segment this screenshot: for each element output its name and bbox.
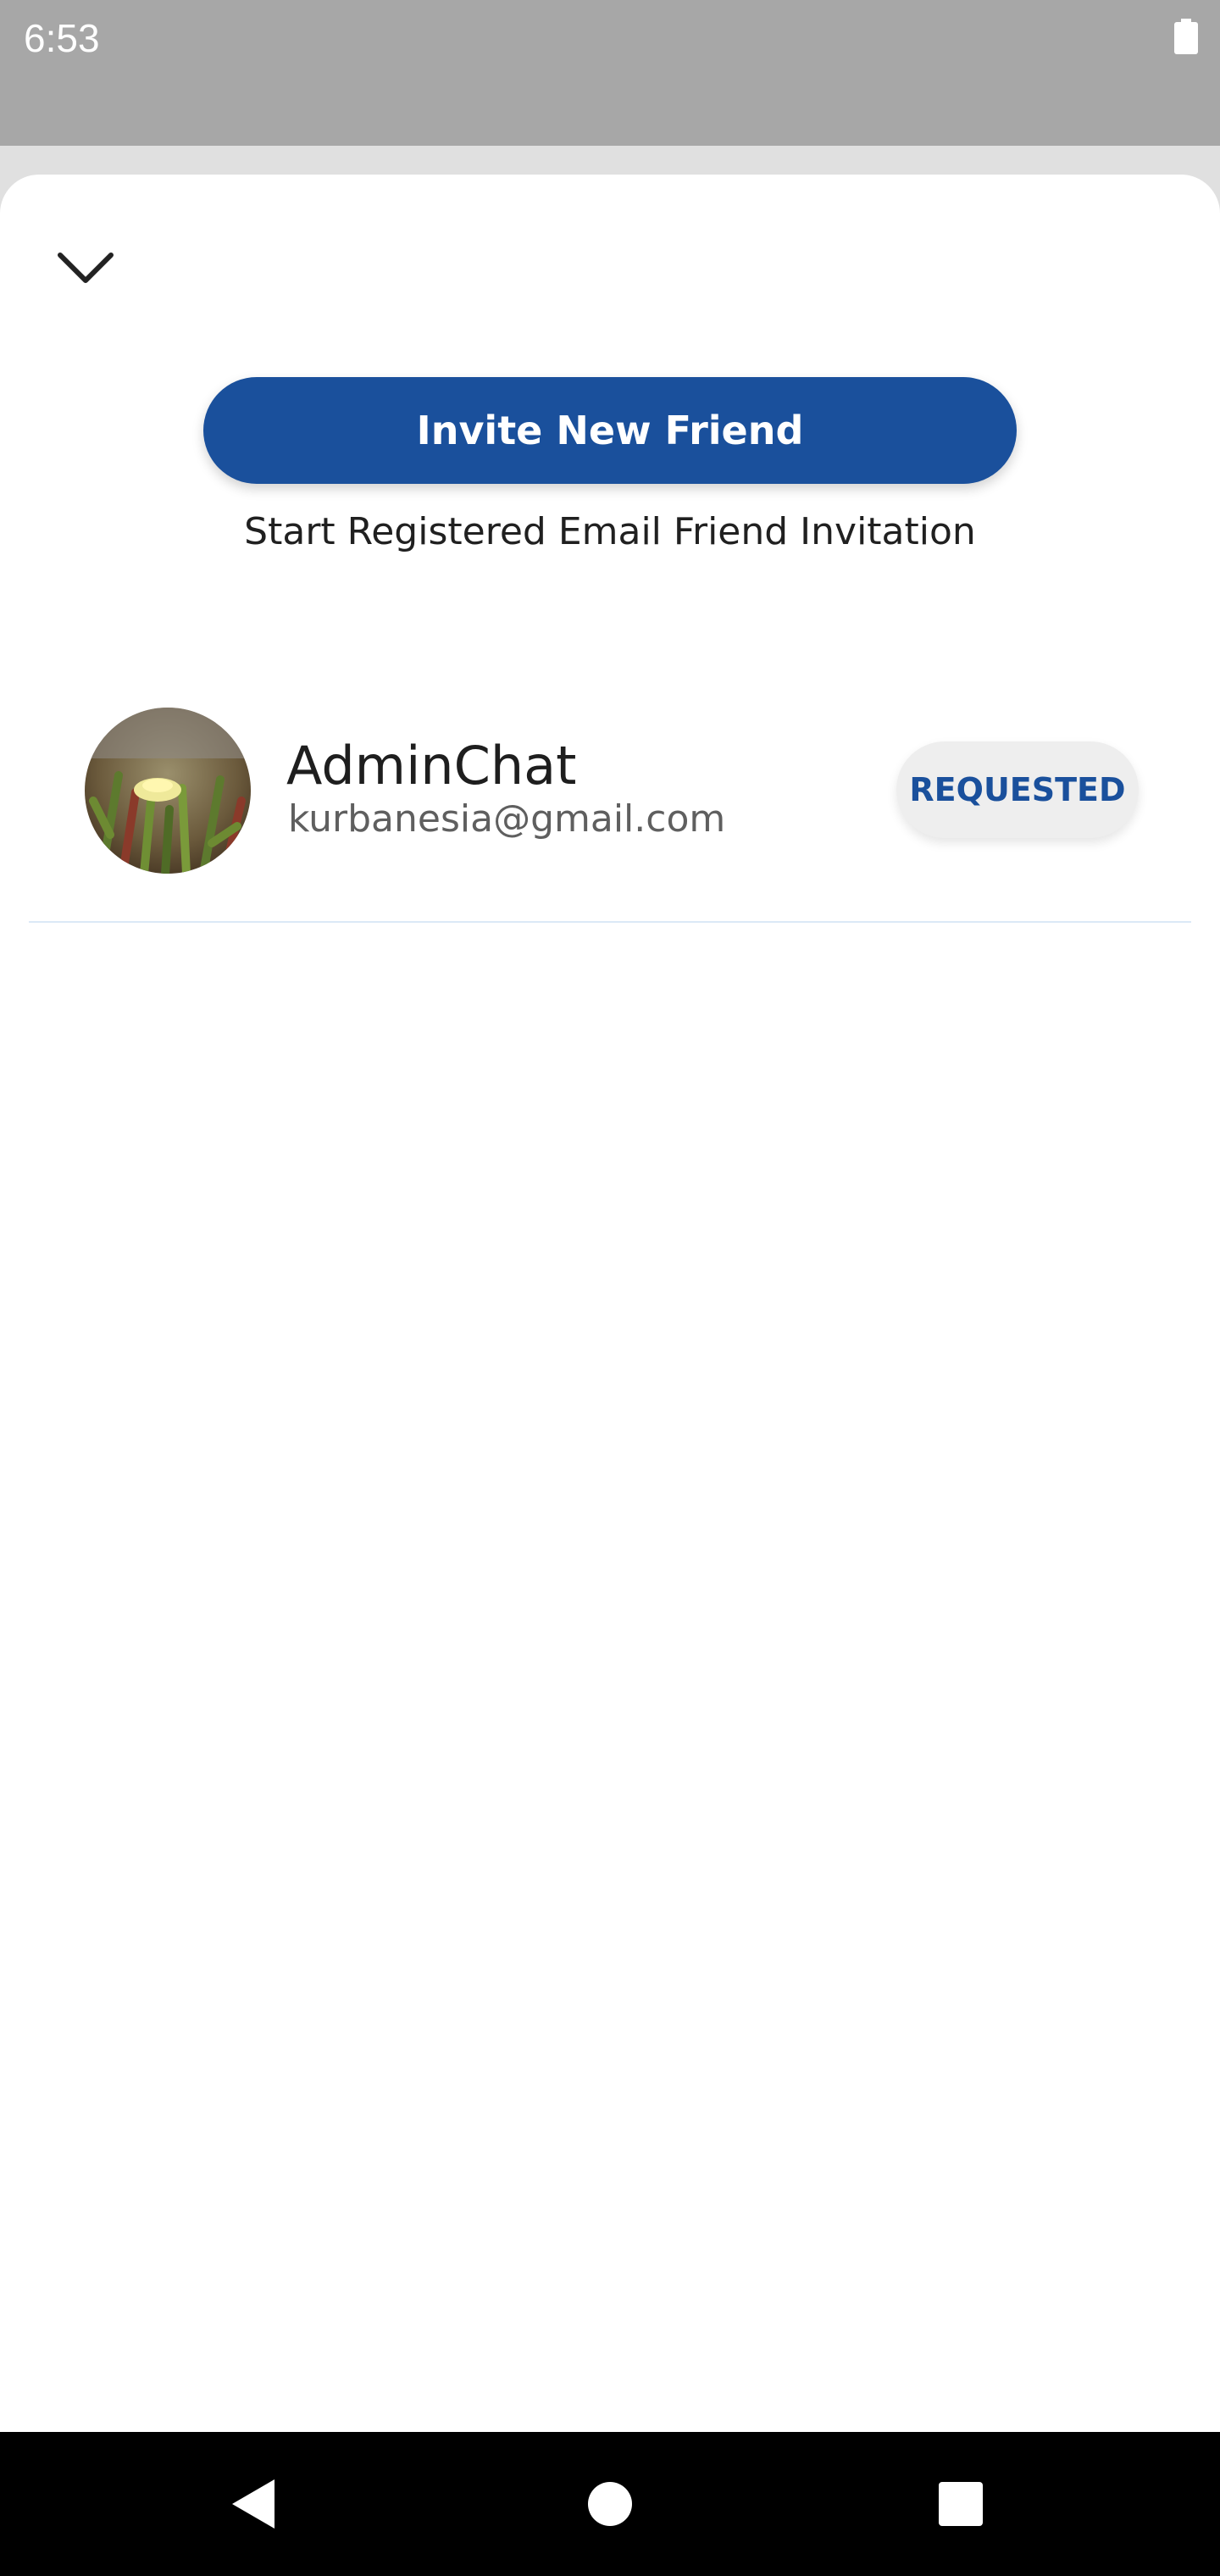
friend-name: AdminChat	[286, 735, 577, 797]
status-time: 6:53	[24, 16, 100, 60]
navigation-bar	[0, 2432, 1220, 2576]
requested-status-button[interactable]: REQUESTED	[896, 741, 1139, 838]
home-button[interactable]	[525, 2432, 695, 2576]
recents-button[interactable]	[876, 2432, 1045, 2576]
invite-sheet: Invite New Friend Start Registered Email…	[0, 175, 1220, 2432]
friend-email: kurbanesia@gmail.com	[288, 797, 726, 841]
home-circle-icon	[588, 2482, 632, 2526]
back-triangle-icon	[232, 2479, 274, 2529]
back-button[interactable]	[169, 2432, 339, 2576]
status-bar: 6:53	[0, 0, 1220, 146]
avatar	[85, 708, 251, 874]
invite-subtitle: Start Registered Email Friend Invitation	[244, 510, 976, 553]
friend-list-item[interactable]: AdminChat kurbanesia@gmail.com REQUESTED	[29, 679, 1191, 923]
chevron-down-icon	[58, 253, 114, 283]
battery-icon	[1174, 19, 1198, 54]
recents-square-icon	[939, 2482, 983, 2526]
collapse-button[interactable]	[47, 239, 124, 298]
invite-new-friend-button[interactable]: Invite New Friend	[203, 377, 1017, 484]
